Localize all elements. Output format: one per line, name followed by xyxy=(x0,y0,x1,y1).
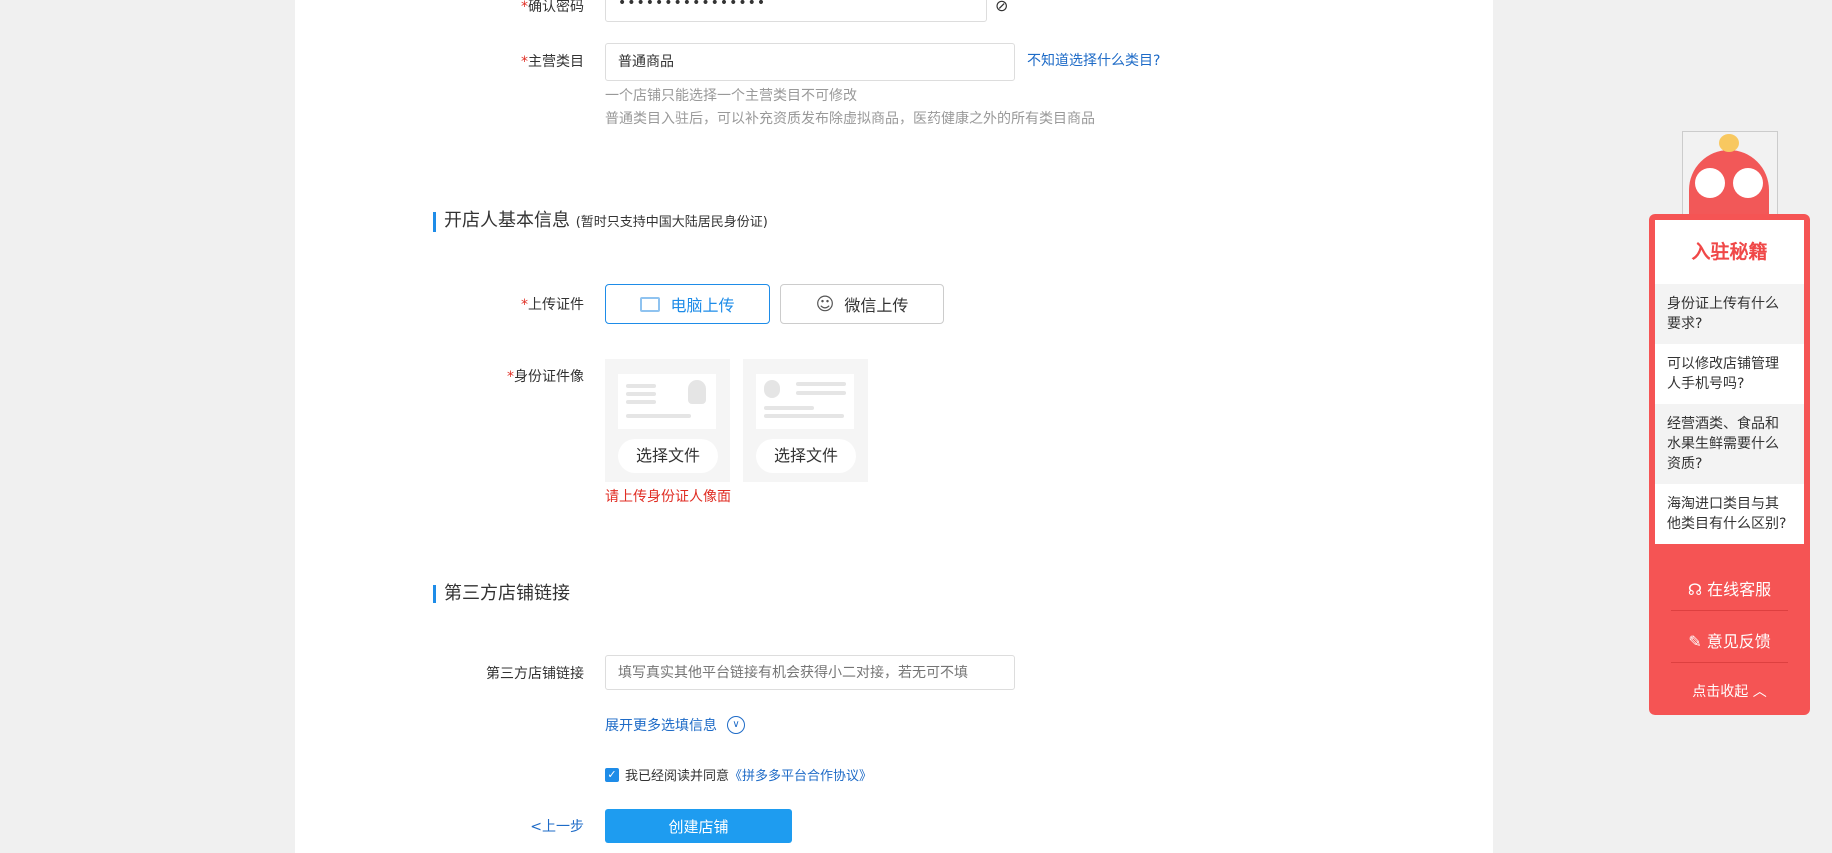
category-hint: 一个店铺只能选择一个主营类目不可修改 xyxy=(605,88,857,104)
id-photo-label: *身份证件像 xyxy=(507,369,584,385)
checkbox-checked-icon[interactable]: ✓ xyxy=(605,767,619,782)
owner-section-title: 开店人基本信息 (暂时只支持中国大陆居民身份证) xyxy=(433,212,768,232)
id-card-front-icon xyxy=(618,374,716,429)
headset-icon: ☊ xyxy=(1687,580,1703,599)
feedback-button[interactable]: ✎ 意见反馈 xyxy=(1671,628,1788,652)
tip-question[interactable]: 身份证上传有什么要求? xyxy=(1655,284,1804,344)
id-back-upload[interactable]: 选择文件 xyxy=(743,359,868,482)
mascot-image xyxy=(1682,131,1778,219)
confirm-password-input[interactable]: •••••••••••••••• xyxy=(605,0,987,22)
edit-icon: ✎ xyxy=(1688,632,1702,651)
expand-more-link[interactable]: 展开更多选填信息 ∨ xyxy=(605,715,745,735)
confirm-password-label: *确认密码 xyxy=(521,0,584,15)
onboarding-tips-panel: 入驻秘籍 身份证上传有什么要求? 可以修改店铺管理人手机号吗? 经营酒类、食品和… xyxy=(1649,214,1810,715)
agreement-row: ✓ 我已经阅读并同意 《拼多多平台合作协议》 xyxy=(605,765,872,784)
monitor-icon xyxy=(640,296,661,312)
tip-question[interactable]: 经营酒类、食品和水果生鲜需要什么资质? xyxy=(1655,404,1804,484)
category-label: *主营类目 xyxy=(521,54,584,70)
online-service-button[interactable]: ☊ 在线客服 xyxy=(1671,576,1788,600)
category-select[interactable]: 普通商品 xyxy=(605,43,1015,81)
chevron-down-circle-icon: ∨ xyxy=(727,716,745,734)
tip-question[interactable]: 可以修改店铺管理人手机号吗? xyxy=(1655,344,1804,404)
choose-file-button[interactable]: 选择文件 xyxy=(618,439,718,473)
id-photo-error: 请上传身份证人像面 xyxy=(605,489,731,505)
upload-label: *上传证件 xyxy=(521,297,584,313)
choose-file-button[interactable]: 选择文件 xyxy=(756,439,856,473)
agreement-text: 我已经阅读并同意 xyxy=(625,769,730,784)
category-help-link[interactable]: 不知道选择什么类目? xyxy=(1027,50,1160,70)
third-link-label: 第三方店铺链接 xyxy=(486,666,584,682)
id-front-upload[interactable]: 选择文件 xyxy=(605,359,730,482)
id-card-back-icon xyxy=(756,374,854,429)
category-hint: 普通类目入驻后，可以补充资质发布除虚拟商品，医药健康之外的所有类目商品 xyxy=(605,111,1095,127)
tip-question[interactable]: 海淘进口类目与其他类目有什么区别? xyxy=(1655,484,1804,544)
third-link-input[interactable] xyxy=(605,655,1015,690)
tips-title: 入驻秘籍 xyxy=(1691,241,1768,263)
agreement-link[interactable]: 《拼多多平台合作协议》 xyxy=(729,765,872,784)
eye-off-icon[interactable]: ⊘ xyxy=(995,0,1008,15)
wechat-icon: ☺ xyxy=(815,293,835,315)
pc-upload-button[interactable]: 电脑上传 xyxy=(605,284,770,324)
third-party-section-title: 第三方店铺链接 xyxy=(433,585,570,603)
create-shop-button[interactable]: 创建店铺 xyxy=(605,809,792,843)
chevron-up-icon: ︿ xyxy=(1752,684,1767,700)
wechat-upload-button[interactable]: ☺ 微信上传 xyxy=(780,284,944,324)
prev-step-link[interactable]: <上一步 xyxy=(530,816,584,836)
collapse-button[interactable]: 点击收起 ︿ xyxy=(1671,681,1788,701)
